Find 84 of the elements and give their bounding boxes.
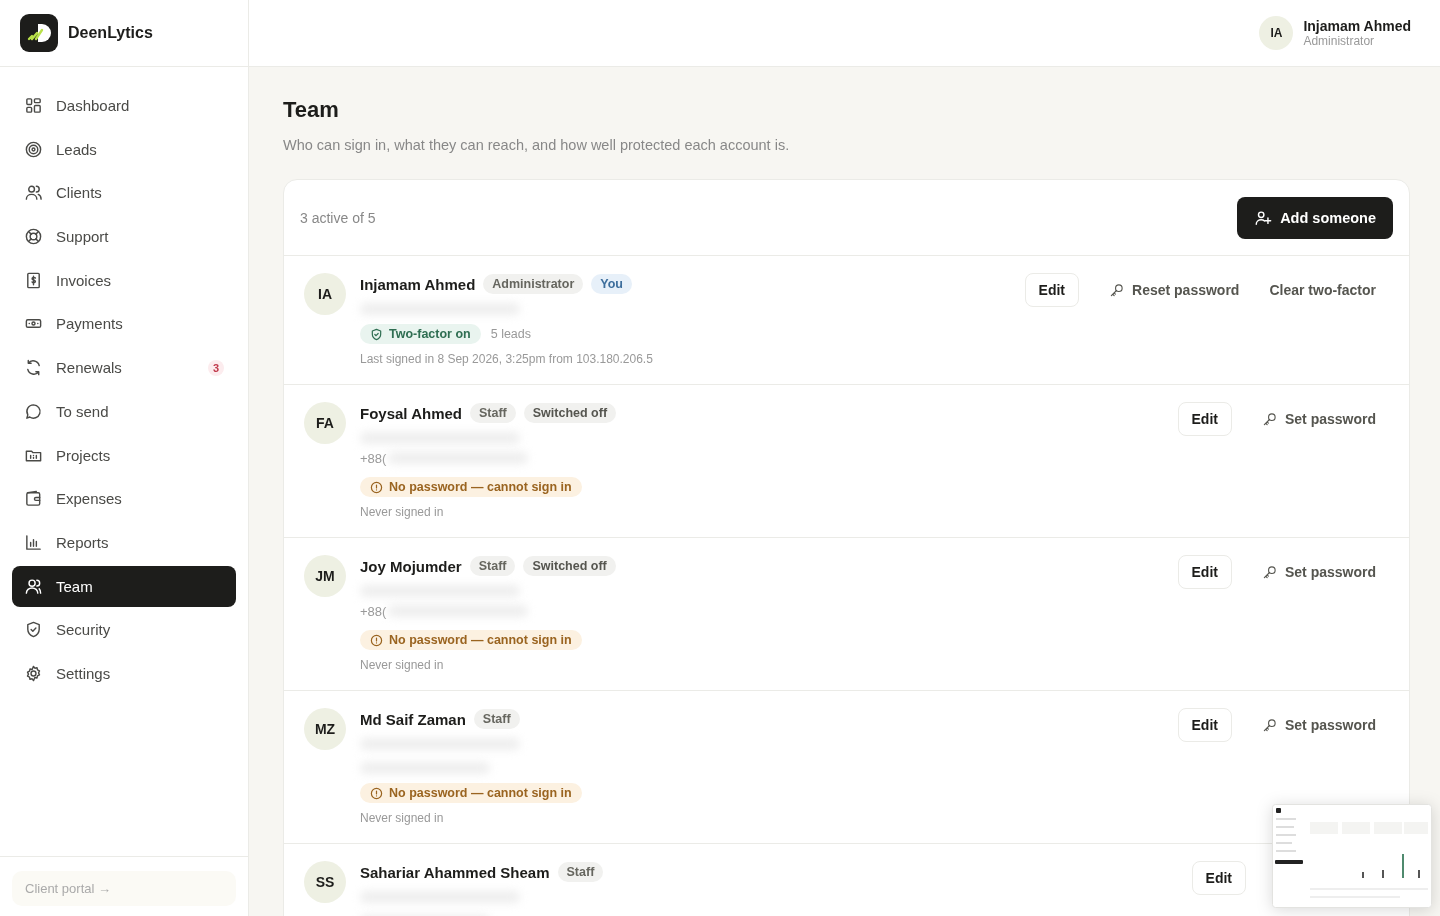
status-pill: Two-factor on bbox=[360, 324, 481, 344]
shield-icon bbox=[370, 327, 383, 341]
member-phone: +88( bbox=[360, 450, 387, 466]
refresh-icon bbox=[24, 358, 43, 378]
role-tag: You bbox=[591, 274, 632, 294]
page-subtitle: Who can sign in, what they can reach, and how well protected each account is. bbox=[283, 137, 791, 153]
last-signed-in: Never signed in bbox=[360, 811, 445, 825]
member-name: Injamam Ahmed bbox=[360, 275, 476, 293]
status-pill: No password — cannot sign in bbox=[360, 783, 582, 803]
lead-count: 5 leads bbox=[490, 327, 531, 341]
logo-icon bbox=[20, 14, 58, 52]
edit-button[interactable]: Edit bbox=[1191, 861, 1246, 895]
user-role: Administrator bbox=[1303, 34, 1376, 48]
role-tag: Administrator bbox=[483, 274, 584, 294]
gear-icon bbox=[24, 663, 43, 683]
sidebar-item[interactable]: Payments bbox=[12, 303, 236, 345]
edit-button[interactable]: Edit bbox=[1024, 273, 1080, 307]
last-signed-in: Last signed in 8 Sep 2026, 3:25pm from 103.180.206.5 bbox=[360, 352, 654, 366]
bars-icon bbox=[24, 532, 43, 552]
role-tag: Staff bbox=[473, 709, 520, 729]
password-button[interactable]: Set password bbox=[1251, 708, 1376, 742]
edit-button[interactable]: Edit bbox=[1177, 402, 1232, 436]
key-icon bbox=[1261, 411, 1277, 427]
lifebuoy-icon bbox=[24, 227, 43, 247]
active-count: 3 active of 5 bbox=[300, 209, 376, 226]
sidebar-item[interactable]: Reports bbox=[12, 521, 236, 563]
edit-button[interactable]: Edit bbox=[1177, 708, 1232, 742]
member-avatar: JM bbox=[304, 555, 346, 597]
status-pill: No password — cannot sign in bbox=[360, 630, 582, 650]
password-button[interactable]: Set password bbox=[1251, 555, 1376, 589]
screenshot-thumbnail-drawing[interactable] bbox=[1272, 804, 1432, 908]
users-icon bbox=[24, 183, 43, 203]
sidebar-item[interactable]: To send bbox=[12, 390, 236, 432]
clear-two-factor-button[interactable]: Clear two-factor bbox=[1259, 273, 1376, 307]
member-name: Foysal Ahmed bbox=[360, 404, 462, 422]
role-tag: Staff bbox=[469, 556, 516, 576]
member-name: Sahariar Ahammed Sheam bbox=[360, 863, 550, 881]
status-pill: No password — cannot sign in bbox=[360, 477, 582, 497]
shield-icon bbox=[24, 620, 43, 640]
alert-icon bbox=[370, 480, 383, 494]
member-avatar: IA bbox=[304, 273, 346, 315]
member-name: Joy Mojumder bbox=[360, 557, 462, 575]
sidebar-item[interactable]: Projects bbox=[12, 434, 236, 476]
key-icon bbox=[1109, 282, 1125, 298]
chat-icon bbox=[24, 401, 43, 421]
user-name: Injamam Ahmed bbox=[1303, 18, 1411, 34]
member-avatar: FA bbox=[304, 402, 346, 444]
role-tag: Staff bbox=[469, 403, 516, 423]
dashboard-icon bbox=[24, 96, 43, 115]
password-button[interactable]: Set password bbox=[1251, 402, 1376, 436]
add-user-icon bbox=[1254, 208, 1273, 227]
member-phone: +88( bbox=[360, 603, 387, 619]
edit-button[interactable]: Edit bbox=[1177, 555, 1232, 589]
wallet-icon bbox=[24, 489, 43, 509]
user-avatar[interactable]: IA bbox=[1259, 16, 1294, 50]
sidebar-item[interactable]: Expenses bbox=[12, 478, 236, 520]
last-signed-in: Never signed in bbox=[360, 658, 445, 672]
target-icon bbox=[24, 139, 43, 159]
invoice-icon bbox=[24, 270, 43, 290]
role-tag: Switched off bbox=[523, 556, 616, 576]
sidebar-item[interactable]: Support bbox=[12, 216, 236, 258]
sidebar-item[interactable]: Renewals 3 bbox=[12, 347, 236, 389]
member-avatar: SS bbox=[304, 861, 346, 903]
member-name: Md Saif Zaman bbox=[360, 710, 466, 728]
sidebar-item[interactable]: Security bbox=[12, 609, 236, 651]
sidebar-item[interactable]: Team bbox=[12, 565, 236, 607]
sidebar-item[interactable]: Clients bbox=[12, 172, 236, 214]
sidebar-item[interactable]: Settings bbox=[12, 652, 236, 694]
password-button[interactable]: Reset password bbox=[1099, 273, 1240, 307]
sidebar-item[interactable]: Invoices bbox=[12, 259, 236, 301]
add-someone-button[interactable]: Add someone bbox=[1237, 196, 1393, 239]
brand-name: DeenLytics bbox=[68, 24, 153, 42]
role-tag: Staff bbox=[557, 862, 604, 882]
key-icon bbox=[1261, 564, 1277, 580]
count-badge: 3 bbox=[207, 359, 224, 376]
alert-icon bbox=[370, 633, 383, 647]
sidebar-item[interactable]: Leads bbox=[12, 128, 236, 170]
alert-icon bbox=[370, 786, 383, 800]
role-tag: Switched off bbox=[523, 403, 617, 423]
member-avatar: MZ bbox=[304, 708, 346, 750]
last-signed-in: Never signed in bbox=[360, 505, 445, 519]
key-icon bbox=[1261, 717, 1277, 733]
page-title: Team bbox=[283, 97, 340, 123]
sidebar-item[interactable]: Dashboard bbox=[12, 85, 236, 126]
